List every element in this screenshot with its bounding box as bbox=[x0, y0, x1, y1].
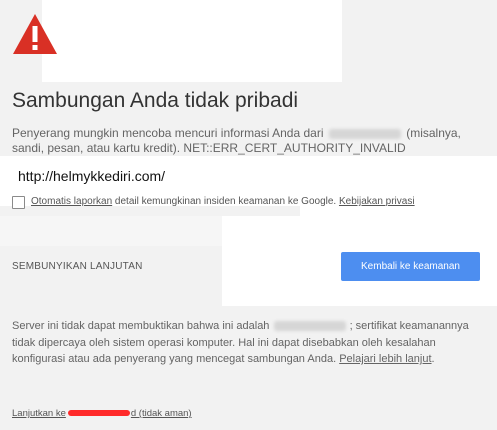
privacy-policy-link[interactable]: Kebijakan privasi bbox=[339, 196, 415, 207]
background-patch bbox=[42, 0, 342, 82]
description-text: Penyerang mungkin mencoba mencuri inform… bbox=[12, 126, 324, 140]
background-patch bbox=[0, 216, 222, 246]
report-label: Otomatis laporkan detail kemungkinan ins… bbox=[31, 196, 415, 207]
report-checkbox[interactable] bbox=[12, 196, 25, 209]
proceed-suffix[interactable]: d (tidak aman) bbox=[131, 408, 192, 419]
error-description: Penyerang mungkin mencoba mencuri inform… bbox=[12, 126, 487, 156]
advanced-text-1: Server ini tidak dapat membuktikan bahwa… bbox=[12, 320, 270, 332]
report-text: detail kemungkinan insiden keamanan ke G… bbox=[112, 196, 339, 207]
advanced-details: Server ini tidak dapat membuktikan bahwa… bbox=[12, 318, 474, 368]
back-to-safety-button[interactable]: Kembali ke keamanan bbox=[341, 252, 480, 281]
warning-triangle-icon bbox=[13, 14, 57, 54]
learn-more-suffix: . bbox=[431, 353, 435, 365]
hide-advanced-button[interactable]: SEMBUNYIKAN LANJUTAN bbox=[12, 261, 143, 272]
redaction-mark bbox=[67, 410, 130, 417]
page-title: Sambungan Anda tidak pribadi bbox=[12, 89, 299, 112]
url-overlay-text: http://helmykkediri.com/ bbox=[18, 168, 166, 184]
redacted-domain bbox=[273, 321, 346, 332]
proceed-unsafe-link[interactable]: Lanjutkan ke d (tidak aman) bbox=[12, 408, 192, 419]
redacted-domain bbox=[328, 128, 401, 139]
proceed-prefix[interactable]: Lanjutkan ke bbox=[12, 408, 66, 419]
learn-more-link[interactable]: Pelajari lebih lanjut bbox=[339, 353, 431, 365]
report-link[interactable]: Otomatis laporkan bbox=[31, 196, 112, 207]
